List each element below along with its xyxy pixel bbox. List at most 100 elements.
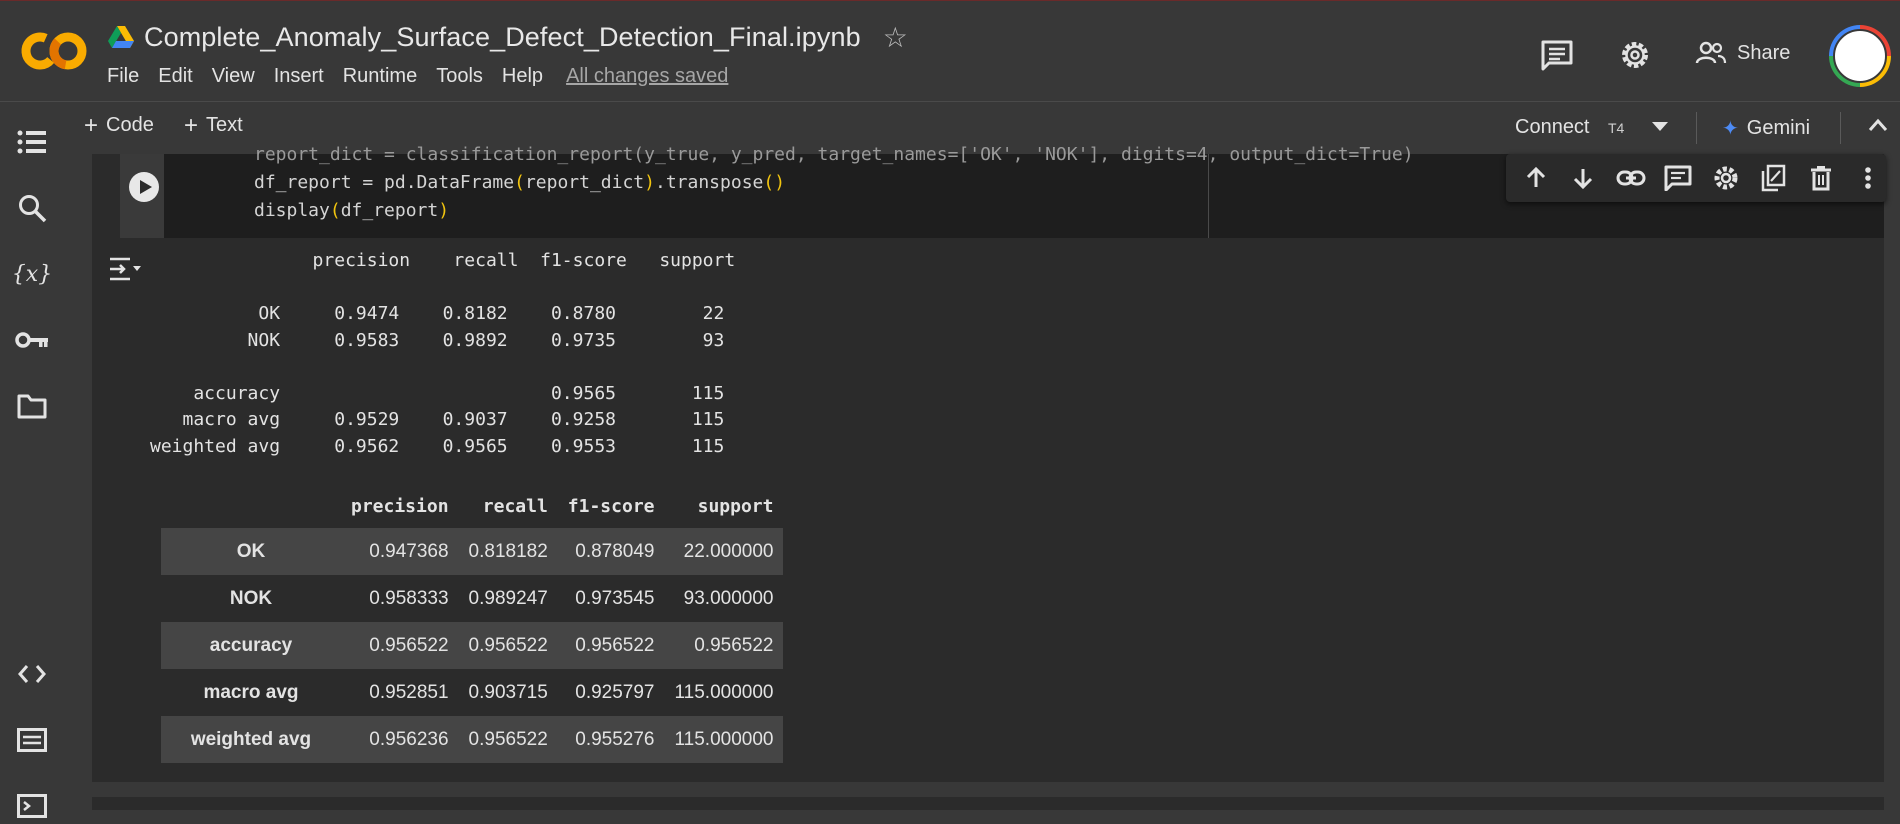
runtime-dropdown-icon[interactable] — [1652, 122, 1668, 131]
notebook-title[interactable]: Complete_Anomaly_Surface_Defect_Detectio… — [144, 22, 861, 53]
comments-icon[interactable] — [1540, 39, 1574, 71]
add-text-cell-button[interactable]: + Text — [184, 113, 243, 137]
menu-view[interactable]: View — [212, 65, 255, 88]
connect-button[interactable]: Connect — [1515, 116, 1590, 139]
toolbar-divider — [1696, 112, 1697, 144]
next-cell[interactable] — [92, 797, 1884, 810]
gemini-sparkle-icon: ✦ — [1722, 118, 1739, 140]
report-line: NOK 0.9583 0.9892 0.9735 93 — [150, 329, 725, 351]
menu-tools[interactable]: Tools — [436, 65, 483, 88]
table-cell: 0.956522 — [575, 634, 655, 656]
code-paren: ( — [514, 172, 525, 193]
settings-gear-icon[interactable] — [1618, 38, 1652, 72]
mirror-cell-icon[interactable] — [1756, 160, 1792, 196]
table-cell: 0.878049 — [575, 540, 655, 562]
save-status[interactable]: All changes saved — [566, 65, 728, 88]
delete-icon[interactable] — [1803, 160, 1839, 196]
menu-file[interactable]: File — [107, 65, 139, 88]
arrow-up-icon[interactable] — [1518, 160, 1554, 196]
table-cell: 0.956522 — [468, 634, 548, 656]
table-cell: 22.000000 — [683, 540, 774, 562]
row-index: OK — [236, 540, 266, 562]
code-token: display — [254, 200, 330, 221]
report-line: macro avg 0.9529 0.9037 0.9258 115 — [150, 409, 725, 430]
code-line-2: df_report = pd.DataFrame(report_dict).tr… — [254, 169, 1414, 197]
report-line: OK 0.9474 0.8182 0.8780 22 — [150, 303, 725, 324]
table-cell: 0.958333 — [369, 587, 449, 609]
run-gutter — [120, 154, 164, 238]
index-header — [161, 484, 341, 528]
table-row: accuracy 0.956522 0.956522 0.956522 0.95… — [161, 622, 784, 669]
star-icon[interactable]: ☆ — [883, 21, 908, 54]
code-paren: () — [763, 172, 786, 193]
avatar-image — [1833, 29, 1887, 83]
table-cell: 115.000000 — [674, 681, 774, 703]
code-token: df_report — [340, 200, 439, 221]
column-header: precision — [351, 495, 449, 517]
comment-icon[interactable] — [1661, 160, 1697, 196]
column-header: recall — [482, 495, 548, 517]
run-cell-button[interactable] — [129, 172, 159, 202]
cell-toolbar — [1506, 154, 1886, 202]
menu-bar: File Edit View Insert Runtime Tools Help… — [107, 65, 747, 88]
table-cell: 0.903715 — [468, 681, 548, 703]
table-cell: 0.956236 — [369, 728, 449, 750]
report-dataframe: precision recall f1-score support OK 0.9… — [161, 484, 784, 763]
command-palette-icon[interactable] — [14, 722, 50, 758]
app-header: Complete_Anomaly_Surface_Defect_Detectio… — [0, 1, 1900, 102]
report-line: accuracy 0.9565 115 — [150, 382, 725, 404]
code-token: df_report = pd.DataFrame — [254, 172, 515, 193]
report-line: ​ — [150, 275, 735, 302]
table-cell: 0.956522 — [694, 634, 774, 656]
code-snippets-icon[interactable] — [14, 656, 50, 692]
output-actions-icon[interactable] — [108, 256, 142, 282]
table-cell: 0.952851 — [369, 681, 449, 703]
row-index: weighted avg — [190, 728, 312, 750]
colab-logo-icon[interactable] — [20, 29, 88, 73]
add-code-label: Code — [106, 114, 154, 136]
search-icon[interactable] — [14, 190, 50, 226]
table-cell: 93.000000 — [683, 587, 774, 609]
table-cell: 115.000000 — [674, 728, 774, 750]
more-vert-icon[interactable] — [1851, 160, 1887, 196]
code-text[interactable]: report_dict = classification_report(y_tr… — [254, 141, 1414, 225]
cell-settings-gear-icon[interactable] — [1708, 160, 1744, 196]
toc-icon[interactable] — [14, 124, 50, 160]
table-cell: 0.955276 — [575, 728, 655, 750]
share-button[interactable]: Share — [1695, 41, 1790, 65]
dataframe-header-row: precision recall f1-score support — [161, 484, 783, 528]
menu-edit[interactable]: Edit — [158, 65, 192, 88]
table-cell: 0.989247 — [468, 587, 548, 609]
table-cell: 0.818182 — [468, 540, 548, 562]
google-drive-icon — [108, 26, 134, 48]
add-code-cell-button[interactable]: + Code — [84, 111, 154, 139]
table-row: weighted avg 0.956236 0.956522 0.955276 … — [161, 716, 784, 763]
add-text-label: Text — [206, 114, 243, 136]
menu-runtime[interactable]: Runtime — [343, 65, 417, 88]
table-cell: 0.973545 — [575, 587, 655, 609]
runtime-type-badge: T4 — [1608, 120, 1625, 136]
title-row: Complete_Anomaly_Surface_Defect_Detectio… — [108, 19, 908, 55]
gemini-label: Gemini — [1746, 117, 1811, 139]
code-paren: ) — [438, 200, 450, 221]
share-label: Share — [1737, 41, 1791, 64]
row-index: NOK — [229, 587, 273, 609]
link-icon[interactable] — [1613, 160, 1649, 196]
chevron-up-icon[interactable] — [1868, 118, 1888, 132]
folder-icon[interactable] — [14, 388, 50, 424]
gemini-button[interactable]: ✦ Gemini — [1722, 116, 1810, 141]
menu-help[interactable]: Help — [502, 65, 543, 88]
plus-icon: + — [84, 111, 99, 139]
row-index: macro avg — [203, 681, 299, 703]
table-row: macro avg 0.952851 0.903715 0.925797 115… — [161, 669, 783, 716]
menu-insert[interactable]: Insert — [274, 65, 324, 88]
variables-icon[interactable]: {𝑥} — [12, 256, 52, 292]
account-avatar[interactable] — [1829, 25, 1891, 87]
toolbar-divider — [1840, 112, 1841, 144]
column-header: f1-score — [567, 495, 655, 517]
terminal-icon[interactable] — [14, 788, 50, 824]
arrow-down-icon[interactable] — [1566, 160, 1602, 196]
left-sidebar: {𝑥} — [0, 124, 64, 818]
table-row: OK 0.947368 0.818182 0.878049 22.000000 — [161, 528, 784, 575]
key-icon[interactable] — [14, 322, 50, 358]
